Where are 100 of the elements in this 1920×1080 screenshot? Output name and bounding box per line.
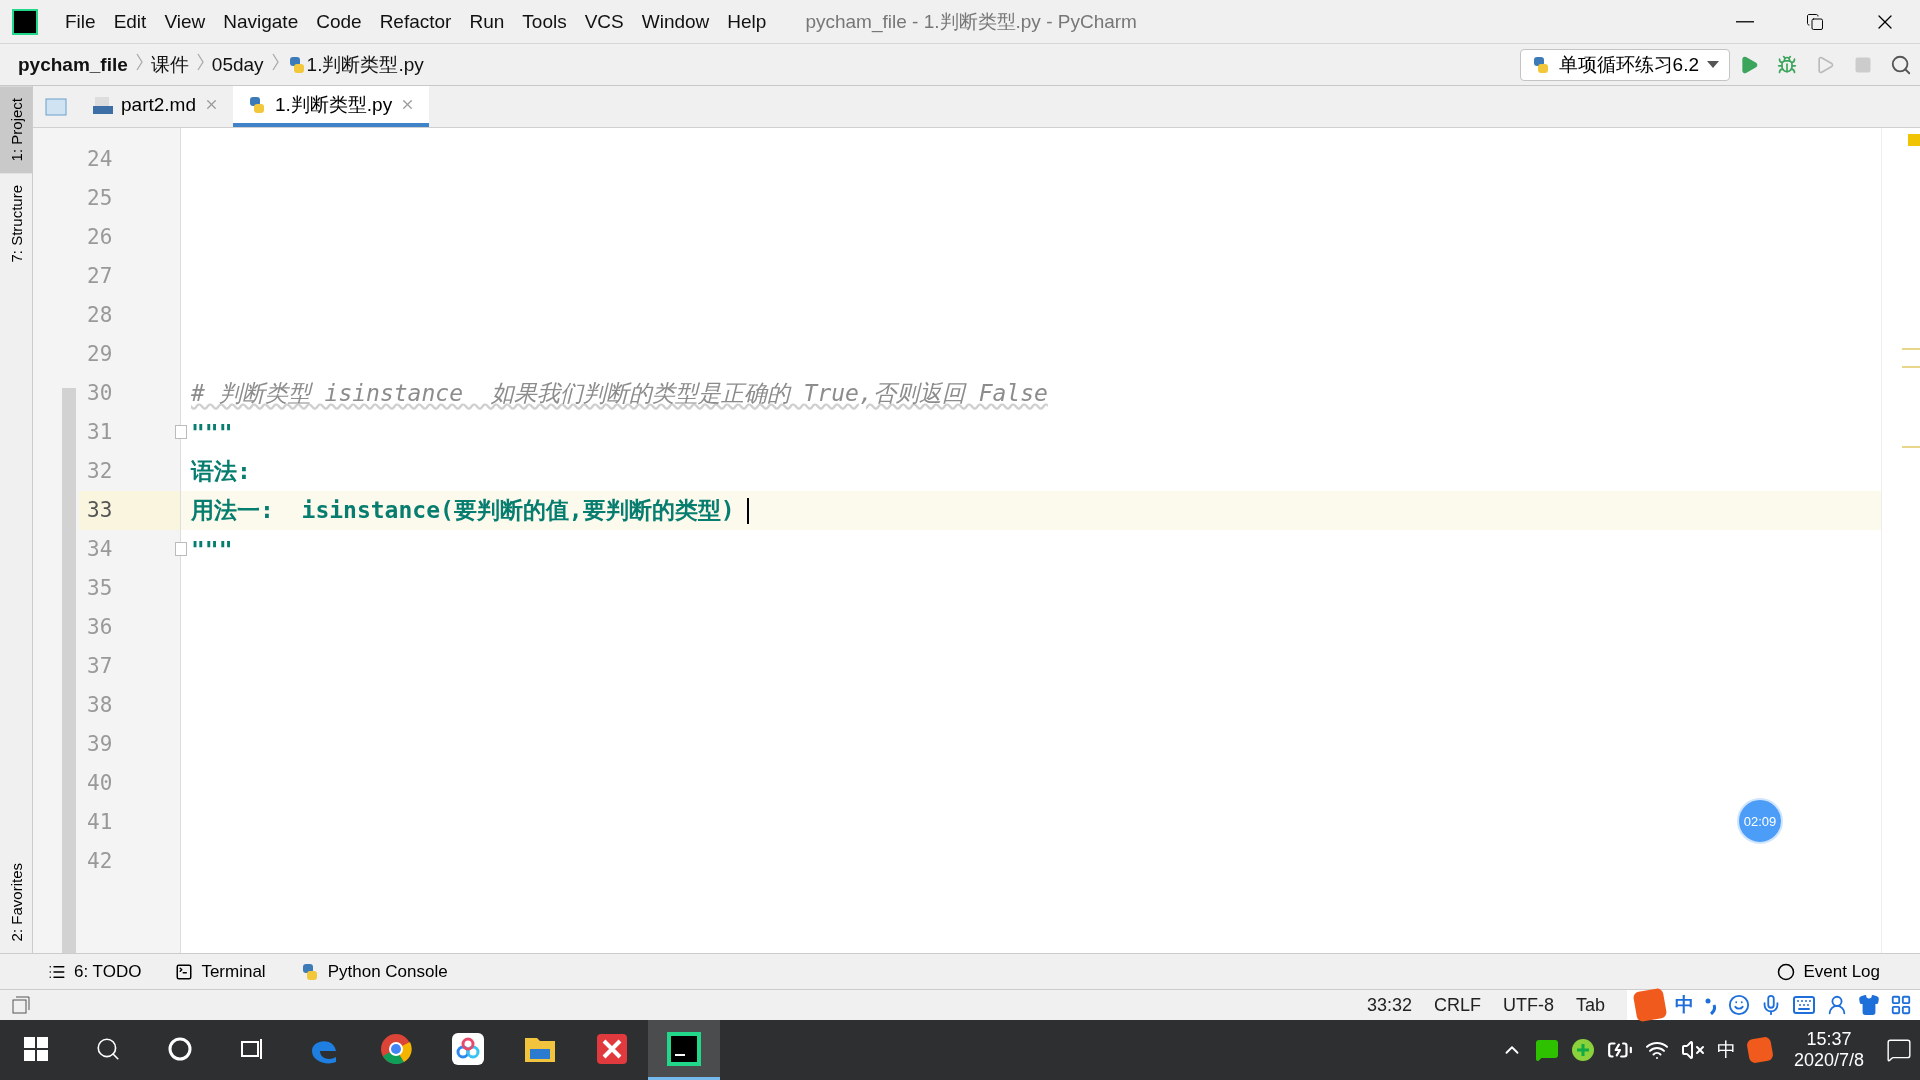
menu-item[interactable]: Refactor: [370, 10, 461, 33]
play-icon: [1815, 54, 1835, 75]
clock[interactable]: 15:37 2020/7/8: [1783, 1029, 1874, 1071]
cloud-app-icon: [452, 1032, 484, 1065]
chevron-right-icon: [135, 53, 143, 71]
task-view-icon: [239, 1036, 265, 1061]
line-number: 27: [86, 263, 114, 290]
restore-icon: [1806, 12, 1824, 31]
line-number: 41: [86, 809, 114, 836]
line-number: 31: [86, 419, 114, 446]
stripe-marker[interactable]: [1902, 446, 1920, 448]
menu-item[interactable]: VCS: [575, 10, 633, 33]
run-configuration-dropdown[interactable]: 单项循环练习6.2: [1519, 48, 1730, 81]
line-number: 26: [86, 224, 114, 251]
tool-window-tab[interactable]: Python Console: [299, 961, 448, 982]
chrome-browser-icon: [380, 1032, 412, 1065]
text-caret: [746, 497, 749, 524]
menu-item[interactable]: Navigate: [214, 10, 308, 33]
editor-tab[interactable]: 1.判断类型.py: [233, 86, 430, 127]
chevron-right-icon: [196, 53, 204, 71]
line-ending[interactable]: CRLF: [1433, 994, 1481, 1016]
ring-icon: [168, 1036, 192, 1061]
line-number: 24: [86, 146, 114, 173]
chevron-right-icon: [271, 53, 279, 71]
menu-item[interactable]: Tools: [513, 10, 576, 33]
window-title: pycham_file - 1.判断类型.py - PyCharm: [805, 9, 1137, 35]
breadcrumb-item[interactable]: 1.判断类型.py: [306, 51, 424, 78]
line-number: 32: [86, 458, 114, 485]
markdown-file-icon: [93, 94, 113, 115]
breadcrumb-item[interactable]: pycham_file: [18, 53, 128, 76]
indent-setting[interactable]: Tab: [1575, 994, 1605, 1016]
menu-item[interactable]: File: [56, 10, 105, 33]
taskbar-app-button[interactable]: [648, 1020, 720, 1080]
panel-toggle-icon[interactable]: [12, 996, 30, 1014]
caret-icon: [1707, 61, 1719, 68]
line-number: 29: [86, 341, 114, 368]
close-icon[interactable]: [204, 97, 219, 112]
emoji-icon: [1728, 994, 1750, 1016]
breadcrumb-item[interactable]: 课件: [150, 51, 189, 78]
menu-item[interactable]: Run: [460, 10, 514, 33]
shirt-icon: [1858, 994, 1880, 1016]
code-line: 语法:: [191, 457, 251, 486]
line-number: 28: [86, 302, 114, 329]
python-file-icon: [247, 94, 267, 115]
fold-marker-icon[interactable]: [175, 425, 187, 439]
pycharm-icon: [667, 1031, 701, 1066]
menu-item[interactable]: View: [155, 10, 215, 33]
side-tab[interactable]: 7: Structure: [0, 173, 32, 275]
editor-tab[interactable]: part2.md: [79, 86, 233, 127]
stop-icon: [1854, 55, 1872, 74]
user-icon: [1826, 994, 1848, 1016]
bug-icon: [1777, 54, 1797, 75]
code-line: """: [191, 419, 233, 446]
stripe-marker[interactable]: [1902, 366, 1920, 368]
line-number: 34: [86, 536, 114, 563]
menu-item[interactable]: Code: [307, 10, 371, 33]
breadcrumb-item[interactable]: 05day: [211, 53, 264, 76]
line-number: 42: [86, 848, 114, 875]
input-method-logo[interactable]: [1746, 1036, 1774, 1064]
tool-window-tab[interactable]: Terminal: [175, 961, 266, 982]
line-number: 40: [86, 770, 114, 797]
input-mode-indicator[interactable]: 中: [1716, 1037, 1736, 1063]
line-number: 38: [86, 692, 114, 719]
menu-item[interactable]: Help: [718, 10, 776, 33]
code-line: """: [191, 536, 233, 563]
input-mode[interactable]: 中: [1675, 992, 1694, 1018]
notification-icon[interactable]: [1886, 1037, 1912, 1063]
caret-position[interactable]: 33:32: [1366, 994, 1412, 1016]
app-logo: [12, 8, 38, 35]
side-tab[interactable]: 1: Project: [0, 86, 32, 174]
line-number: 35: [86, 575, 114, 602]
code-line: 用法一: isinstance(要判断的值,要判断的类型): [191, 496, 735, 525]
line-number: 39: [86, 731, 114, 758]
event-log-tab[interactable]: Event Log: [1777, 961, 1880, 982]
keyboard-icon: [1792, 993, 1816, 1017]
stripe-marker[interactable]: [1902, 348, 1920, 350]
line-number: 36: [86, 614, 114, 641]
fold-marker-icon[interactable]: [175, 542, 187, 556]
chat-icon[interactable]: [1534, 1038, 1559, 1062]
minimize-icon: [1736, 20, 1754, 23]
plus-circle-icon[interactable]: [1570, 1038, 1595, 1062]
warning-marker[interactable]: [1908, 134, 1920, 146]
muted-speaker-icon[interactable]: [1680, 1038, 1705, 1062]
search-icon: [1890, 53, 1912, 76]
x-app-icon: [597, 1033, 627, 1064]
grid-icon: [1890, 994, 1912, 1016]
input-method-logo[interactable]: [1632, 987, 1668, 1023]
menu-item[interactable]: Window: [632, 10, 719, 33]
line-number: 25: [86, 185, 114, 212]
file-encoding[interactable]: UTF-8: [1502, 994, 1554, 1016]
tool-window-tab[interactable]: 6: TODO: [48, 961, 142, 982]
side-tab[interactable]: 2: Favorites: [0, 850, 32, 953]
event-log-icon: [1777, 962, 1796, 981]
line-number: 30: [86, 380, 114, 407]
play-icon: [1739, 54, 1759, 75]
code-line: # 判断类型 isinstance 如果我们判断的类型是正确的 True,否则返回 False: [191, 379, 1048, 408]
line-number: 33: [79, 491, 180, 530]
menu-item[interactable]: Edit: [104, 10, 156, 33]
windows-icon: [24, 1036, 48, 1061]
terminal-icon: [175, 962, 194, 981]
